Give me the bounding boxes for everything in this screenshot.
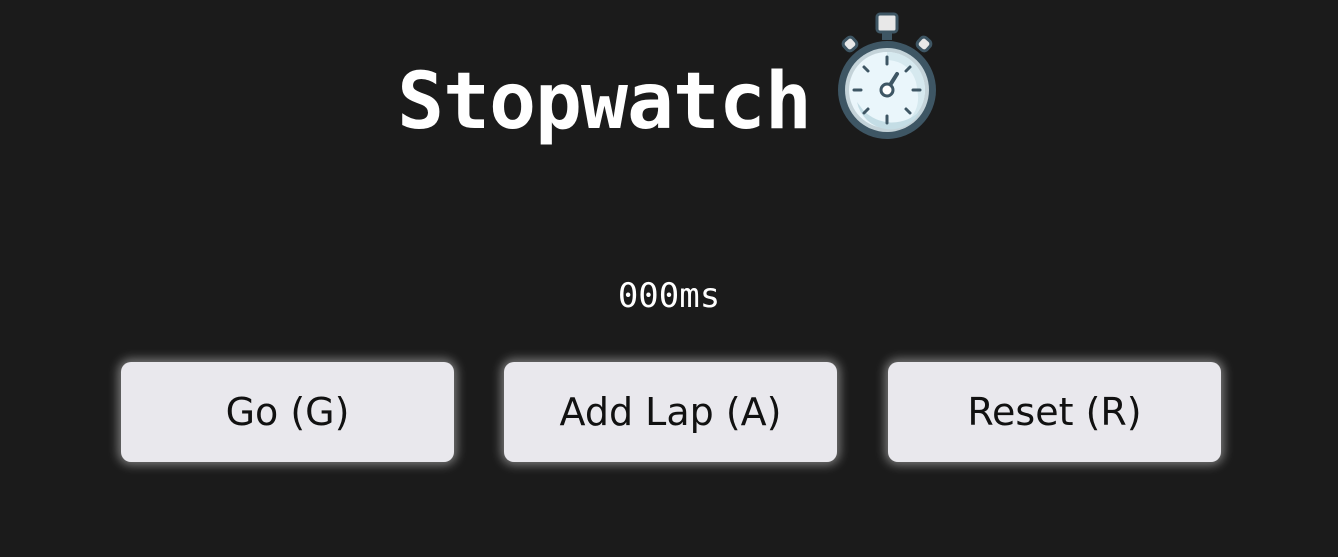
stopwatch-app: Stopwatch 000ms Go (G) Add Lap (A) Reset… xyxy=(0,0,1338,557)
reset-button[interactable]: Reset (R) xyxy=(888,362,1221,462)
add-lap-button[interactable]: Add Lap (A) xyxy=(504,362,837,462)
stopwatch-icon xyxy=(837,12,936,139)
page-title: Stopwatch xyxy=(397,57,812,147)
time-display: 000ms xyxy=(617,276,721,316)
header: Stopwatch xyxy=(0,12,1338,154)
go-button[interactable]: Go (G) xyxy=(121,362,454,462)
